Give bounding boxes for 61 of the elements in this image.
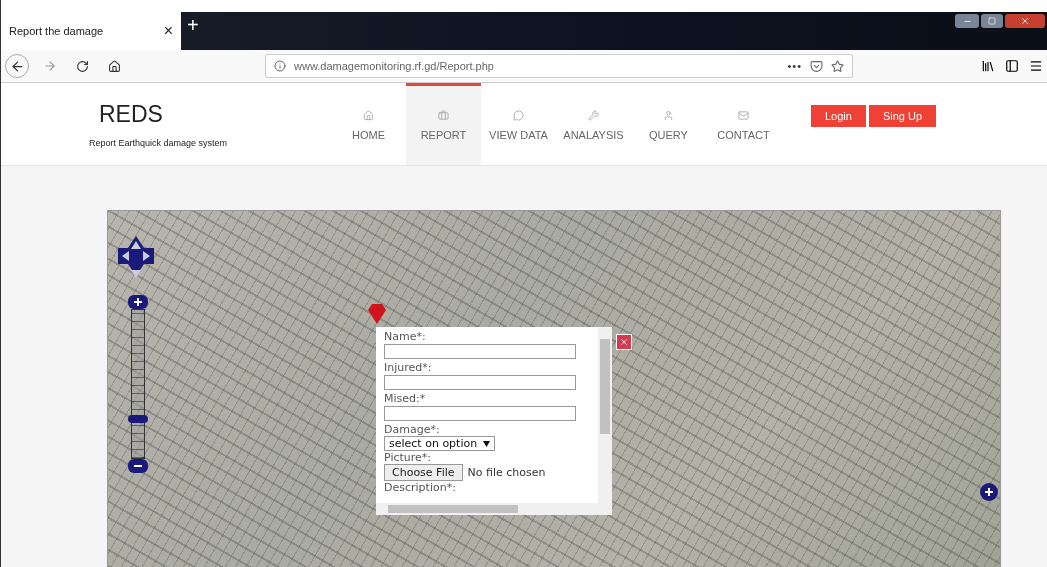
field-label: Description*: (384, 481, 456, 494)
map-marker-icon[interactable] (368, 304, 386, 324)
maximize-icon (988, 17, 996, 25)
field-label: Injured*: (384, 361, 432, 374)
address-bar[interactable]: www.damagemonitoring.rf.gd/Report.php ••• (265, 54, 853, 78)
close-icon[interactable] (616, 334, 632, 350)
caret-icon (483, 440, 491, 447)
vertical-scrollbar[interactable] (598, 327, 612, 515)
horizontal-scrollbar[interactable] (376, 503, 598, 515)
url-text: www.damagemonitoring.rf.gd/Report.php (294, 60, 495, 72)
tools-icon (588, 110, 599, 121)
briefcase-icon (438, 110, 449, 121)
bookmark-star-icon[interactable] (831, 59, 844, 73)
tab-close-button[interactable]: × (163, 22, 173, 40)
site-tagline: Report Earthquick damage system (89, 137, 228, 148)
reload-icon[interactable] (75, 59, 89, 73)
back-arrow-icon (9, 58, 25, 74)
chat-bubble-icon (513, 110, 524, 121)
library-icon[interactable] (981, 59, 995, 73)
select-field[interactable]: select on option (384, 436, 496, 451)
file-status: No file chosen (467, 466, 546, 479)
forward-arrow-icon[interactable] (43, 59, 57, 73)
expand-plus-icon[interactable] (980, 483, 998, 501)
signup-button[interactable]: Sing Up (868, 105, 937, 127)
menu-icon[interactable] (1029, 59, 1043, 73)
page-actions-button[interactable]: ••• (787, 60, 802, 72)
input-field[interactable] (384, 344, 576, 359)
nav-tab[interactable]: VIEW DATA (481, 83, 556, 165)
close-button[interactable] (1005, 14, 1045, 28)
field-label: Mised:* (384, 392, 426, 405)
plus-icon (134, 298, 142, 306)
close-icon (1020, 16, 1030, 26)
field-label: Name*: (384, 330, 426, 343)
field-label: Picture*: (384, 451, 432, 464)
choose-file-button[interactable]: Choose File (384, 464, 463, 481)
nav-tab[interactable]: QUERY (631, 83, 706, 165)
envelope-icon (738, 110, 749, 121)
input-field[interactable] (384, 406, 576, 421)
pocket-icon[interactable] (810, 59, 823, 73)
info-icon (274, 60, 286, 72)
home-icon[interactable] (107, 59, 121, 73)
field-label: Damage*: (384, 423, 440, 436)
sidebar-icon[interactable] (1005, 59, 1019, 73)
input-field[interactable] (384, 375, 576, 390)
zoom-slider[interactable] (131, 309, 145, 459)
site-logo: REDS (99, 100, 163, 128)
login-button[interactable]: Login (811, 105, 866, 127)
zoom-slider-thumb[interactable] (128, 415, 148, 423)
nav-tab[interactable]: HOME (331, 83, 406, 165)
nav-tab[interactable]: ANALAYSIS (556, 83, 631, 165)
zoom-in-button[interactable] (128, 295, 148, 309)
new-tab-button[interactable]: + (181, 12, 205, 50)
tab-title: Report the damage (9, 25, 104, 37)
home-icon (363, 110, 374, 121)
nav-tab[interactable]: REPORT (406, 83, 481, 165)
nav-tab[interactable]: CONTACT (706, 83, 781, 165)
zoom-out-button[interactable] (128, 459, 148, 473)
person-icon (663, 110, 674, 121)
minus-icon (134, 462, 142, 470)
browser-tab[interactable]: Report the damage × (1, 12, 181, 50)
maximize-button[interactable] (981, 14, 1003, 28)
